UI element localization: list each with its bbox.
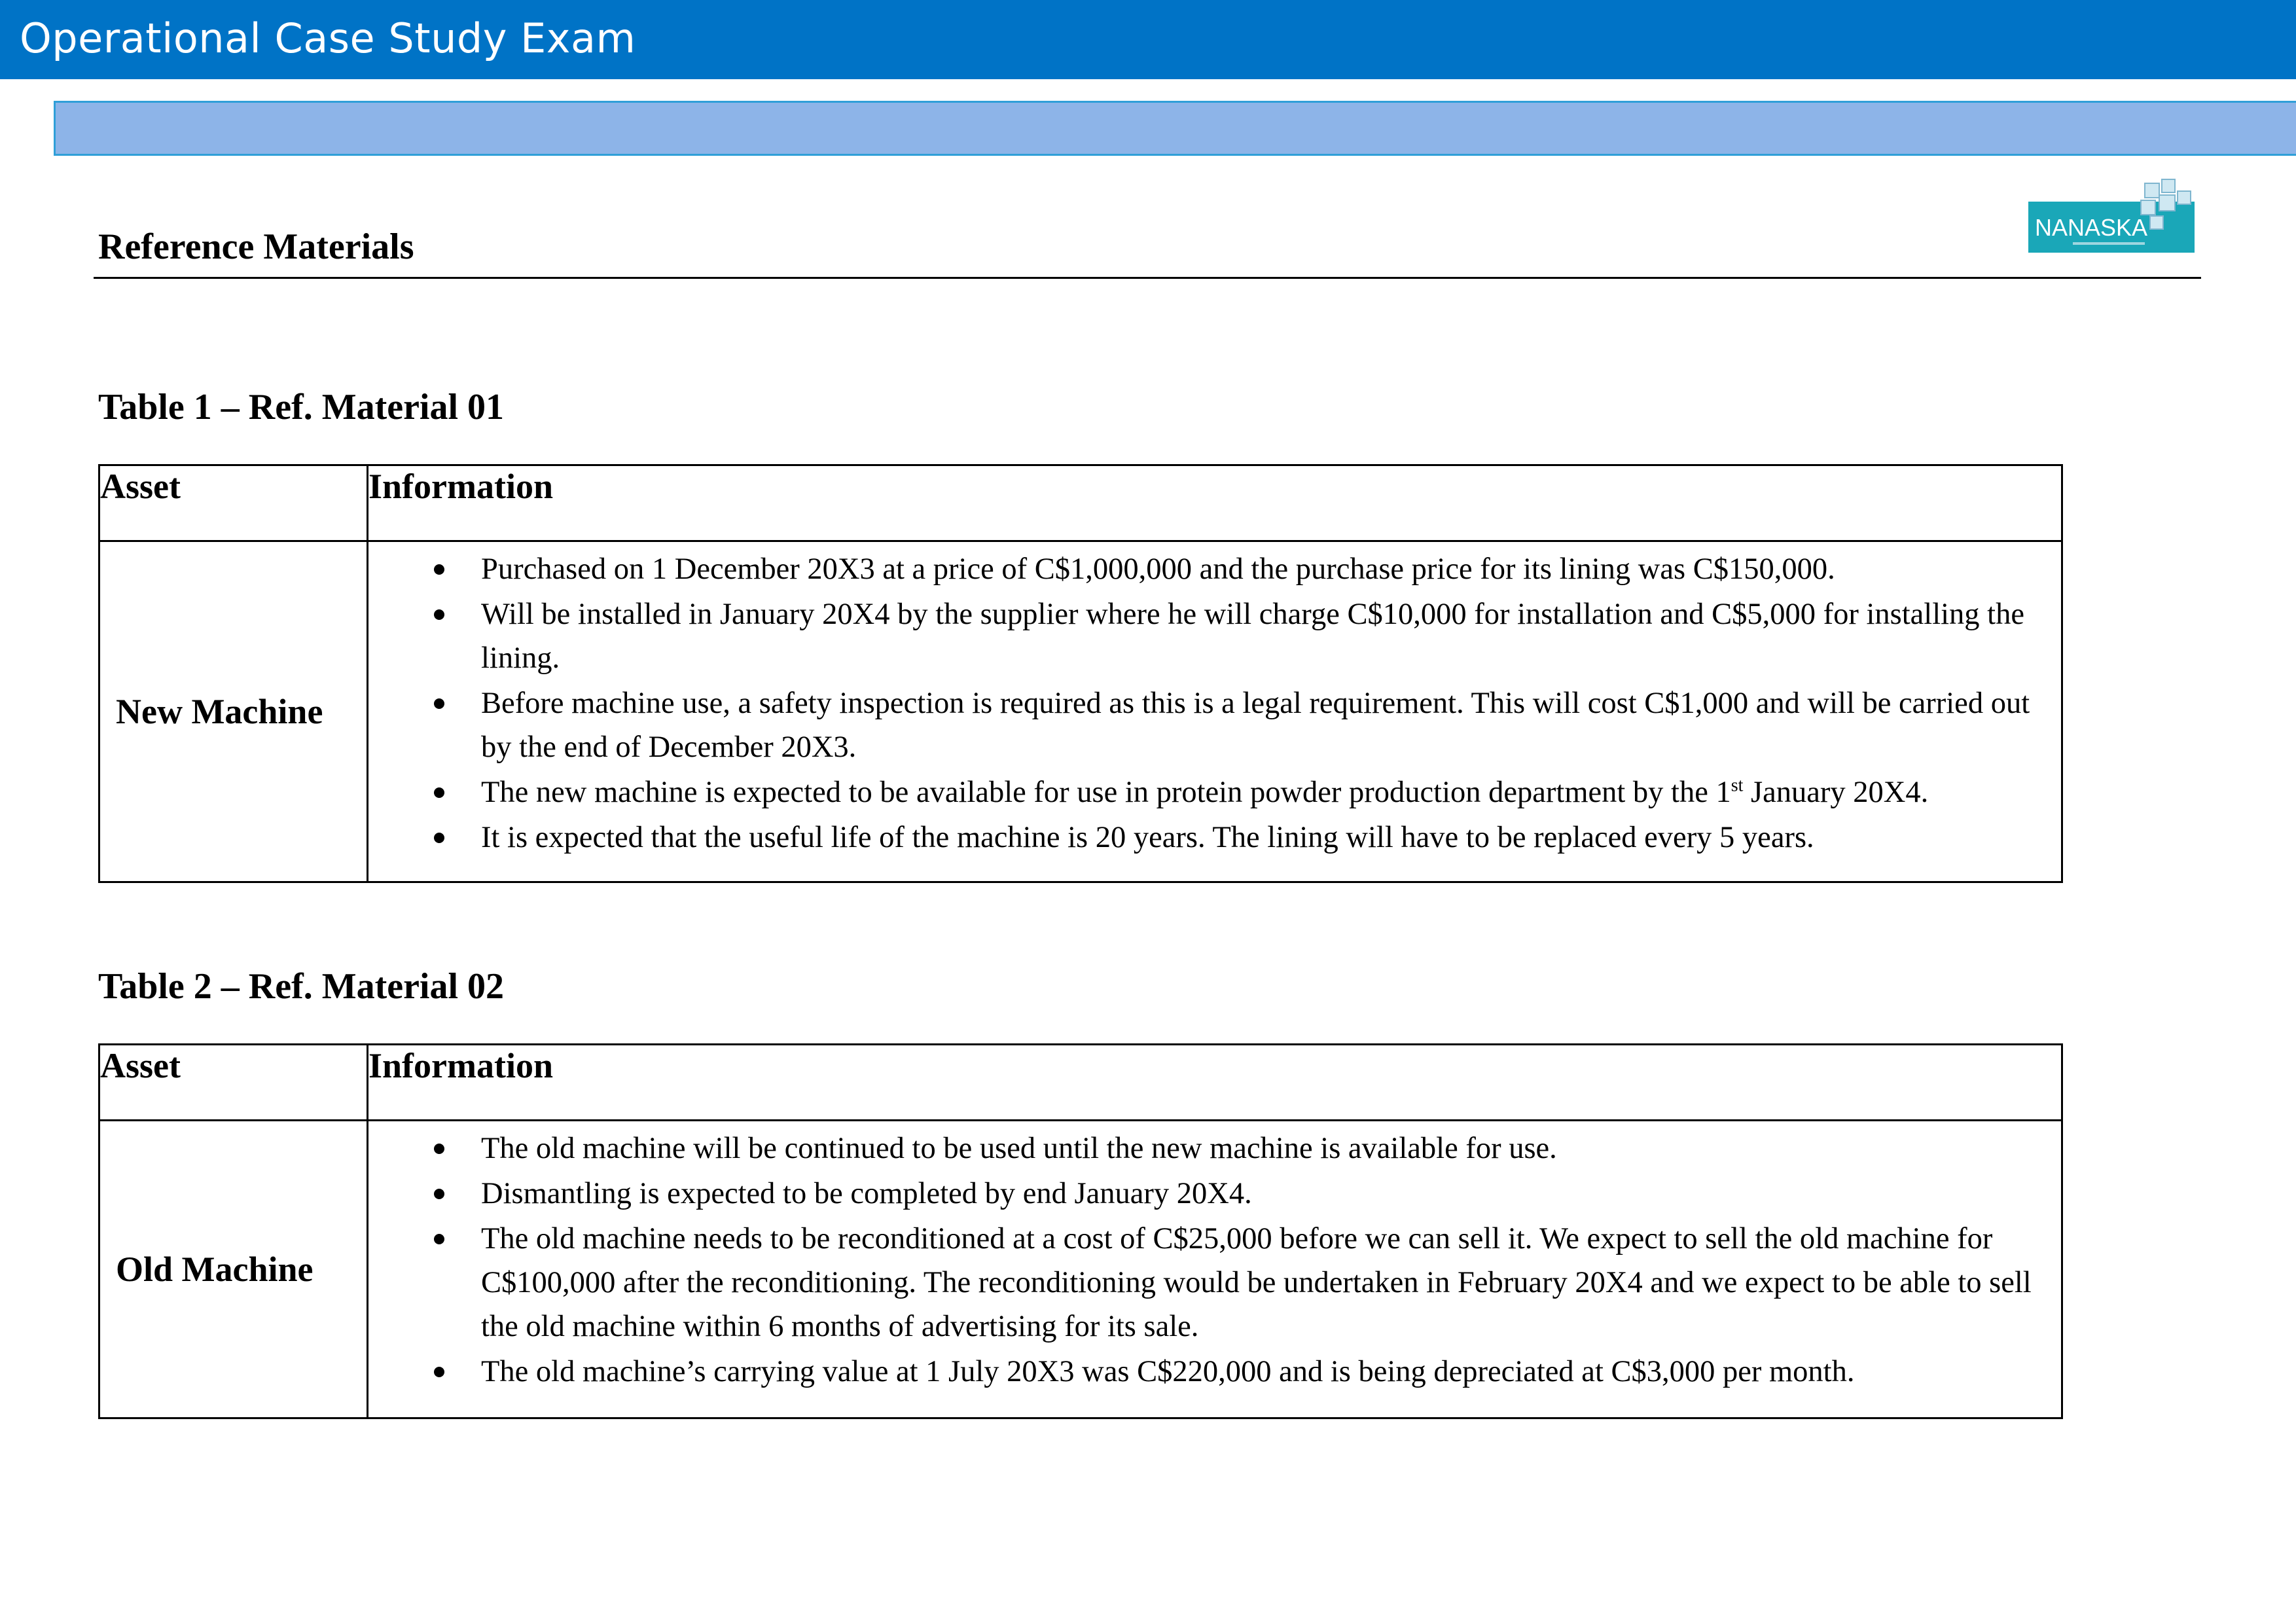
column-header-asset: Asset [98, 464, 368, 542]
information-cell: Purchased on 1 December 20X3 at a price … [367, 540, 2063, 883]
column-header-information: Information [367, 1043, 2063, 1121]
list-item: Purchased on 1 December 20X3 at a price … [368, 547, 2041, 591]
table-row: New Machine Purchased on 1 December 20X3… [98, 540, 2063, 883]
column-header-asset: Asset [98, 1043, 368, 1121]
list-item: The new machine is expected to be availa… [368, 770, 2041, 814]
page-heading: Reference Materials [98, 226, 414, 267]
sub-header-bar [54, 101, 2296, 156]
list-item: Will be installed in January 20X4 by the… [368, 592, 2041, 680]
table-2-title: Table 2 – Ref. Material 02 [98, 966, 505, 1007]
header-bar: Operational Case Study Exam [0, 0, 2296, 79]
list-item: The old machine will be continued to be … [368, 1127, 2041, 1170]
table-header-row: Asset Information [98, 464, 2063, 542]
column-header-information: Information [367, 464, 2063, 542]
information-cell: The old machine will be continued to be … [367, 1119, 2063, 1419]
information-list: The old machine will be continued to be … [368, 1121, 2061, 1413]
table-1-title: Table 1 – Ref. Material 01 [98, 387, 505, 427]
table-1: Asset Information New Machine Purchased … [98, 464, 2063, 883]
table-row: Old Machine The old machine will be cont… [98, 1119, 2063, 1419]
svg-text:NANASKA: NANASKA [2035, 214, 2147, 241]
list-item: Dismantling is expected to be completed … [368, 1172, 2041, 1216]
table-header-row: Asset Information [98, 1043, 2063, 1121]
heading-divider [94, 277, 2201, 279]
list-item: Before machine use, a safety inspection … [368, 681, 2041, 769]
nanaska-logo: NANASKA [2028, 178, 2195, 253]
information-list: Purchased on 1 December 20X3 at a price … [368, 542, 2061, 879]
asset-name: Old Machine [98, 1119, 368, 1419]
list-item: The old machine’s carrying value at 1 Ju… [368, 1350, 2041, 1394]
asset-name: New Machine [98, 540, 368, 883]
list-item: It is expected that the useful life of t… [368, 816, 2041, 859]
list-item: The old machine needs to be reconditione… [368, 1217, 2041, 1348]
table-2: Asset Information Old Machine The old ma… [98, 1043, 2063, 1419]
app-title: Operational Case Study Exam [20, 14, 636, 62]
